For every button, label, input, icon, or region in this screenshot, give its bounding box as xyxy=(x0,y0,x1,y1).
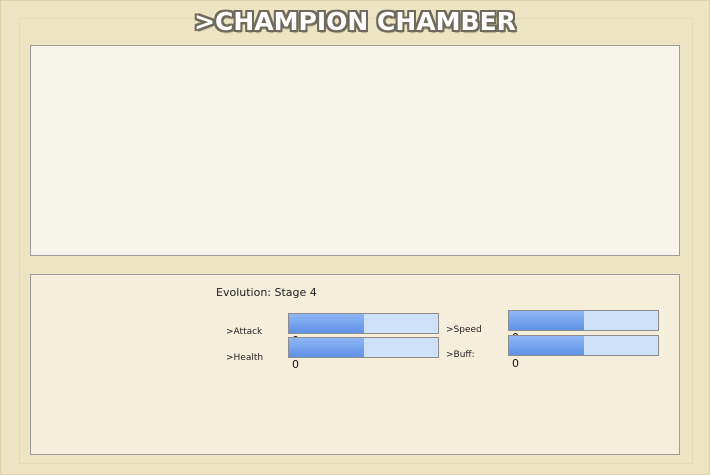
health-value: 0 xyxy=(292,358,299,371)
speed-label: >Speed xyxy=(446,325,482,335)
attack-bar-fill xyxy=(289,314,364,333)
champion-display-panel xyxy=(30,45,680,256)
health-bar-fill xyxy=(289,338,364,357)
health-label: >Health xyxy=(226,353,264,363)
evolution-label: Evolution: Stage 4 xyxy=(216,286,317,299)
health-bar xyxy=(288,337,439,358)
champion-stats-panel xyxy=(30,274,680,455)
buff-value: 0 xyxy=(512,357,519,370)
speed-bar xyxy=(508,310,659,331)
attack-label: >Attack xyxy=(226,327,263,337)
buff-bar xyxy=(508,335,659,356)
buff-bar-fill xyxy=(509,336,584,355)
speed-bar-fill xyxy=(509,311,584,330)
attack-bar xyxy=(288,313,439,334)
buff-label: >Buff: xyxy=(446,350,475,360)
page-title: >CHAMPION CHAMBER xyxy=(194,7,516,36)
